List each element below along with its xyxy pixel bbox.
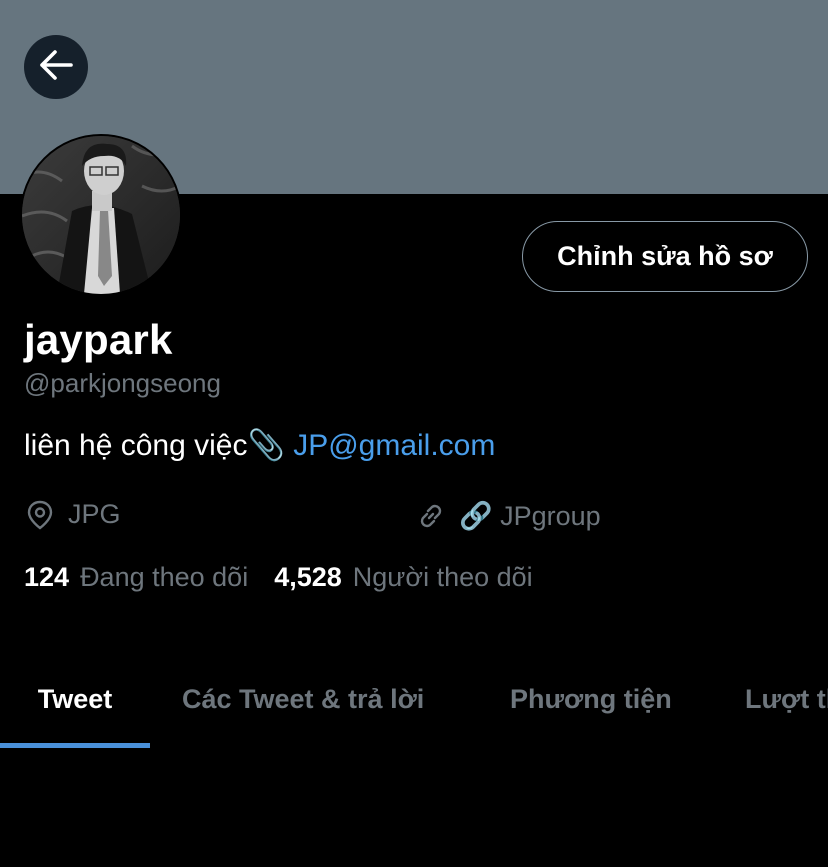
- following-link[interactable]: 124 Đang theo dõi: [24, 562, 248, 593]
- tab-media[interactable]: Phương tiện: [510, 650, 672, 748]
- following-label: Đang theo dõi: [80, 562, 249, 592]
- followers-label: Người theo dõi: [352, 562, 533, 592]
- location-meta: JPG: [26, 499, 121, 530]
- edit-profile-button[interactable]: Chỉnh sửa hồ sơ: [522, 221, 808, 292]
- tab-likes[interactable]: Lượt thích: [745, 650, 828, 748]
- location-pin-icon: [26, 500, 54, 530]
- user-handle: @parkjongseong: [24, 368, 221, 398]
- profile-tabs: Tweet Các Tweet & trả lời Phương tiện Lư…: [0, 650, 828, 748]
- bio-text: liên hệ công việc📎: [24, 429, 285, 462]
- bio-email-link[interactable]: JP@gmail.com: [293, 429, 495, 462]
- back-button[interactable]: [24, 35, 88, 99]
- display-name: jaypark: [24, 316, 173, 363]
- arrow-left-icon: [39, 49, 73, 85]
- followers-link[interactable]: 4,528 Người theo dõi: [274, 562, 532, 593]
- link-icon: [415, 500, 447, 532]
- bio: liên hệ công việc📎 JP@gmail.com: [24, 428, 495, 463]
- avatar[interactable]: [20, 134, 182, 296]
- website-meta[interactable]: 🔗 JPgroup: [415, 500, 601, 532]
- following-count: 124: [24, 562, 70, 592]
- follow-stats: 124 Đang theo dõi 4,528 Người theo dõi: [24, 562, 533, 593]
- location-text: JPG: [68, 499, 121, 529]
- followers-count: 4,528: [274, 562, 342, 592]
- active-tab-indicator: [0, 743, 150, 748]
- tab-tweets-and-replies[interactable]: Các Tweet & trả lời: [182, 650, 424, 748]
- website-link[interactable]: 🔗 JPgroup: [459, 500, 601, 532]
- tab-tweets[interactable]: Tweet: [0, 650, 150, 748]
